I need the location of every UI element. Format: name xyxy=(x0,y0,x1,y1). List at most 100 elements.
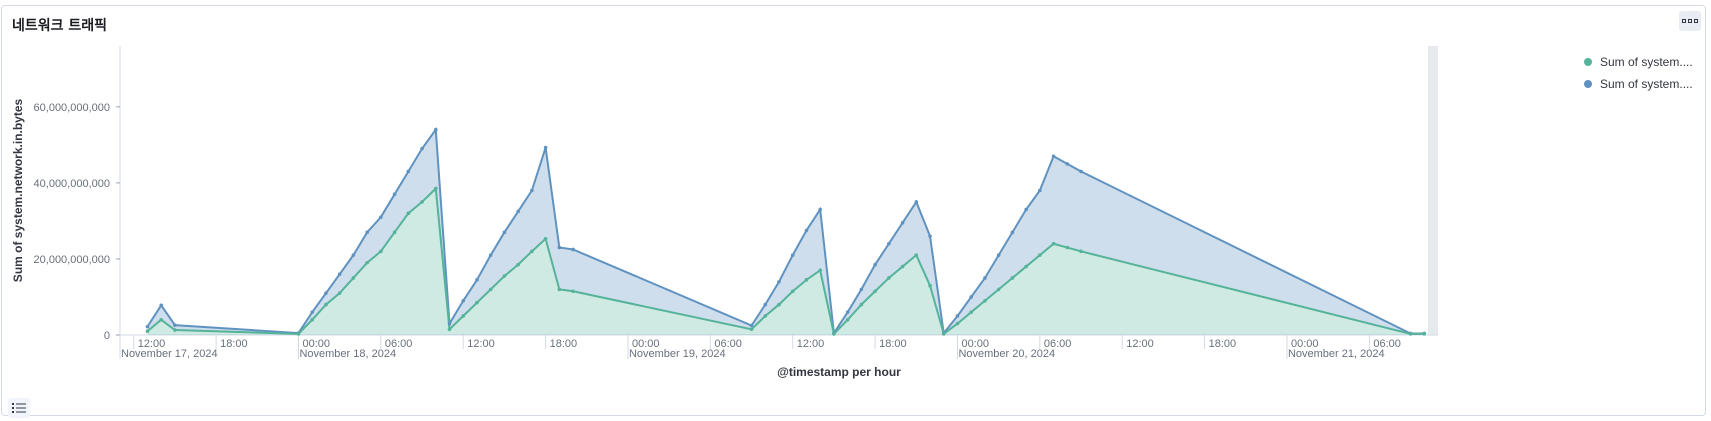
point-inbound xyxy=(461,314,466,318)
point-outbound xyxy=(365,230,369,235)
point-inbound xyxy=(516,262,520,267)
network-traffic-panel: 네트워크 트래픽 0 20,000,000,000 40,000,000,000 60… xyxy=(1,5,1706,418)
legend-item-inbound[interactable]: Sum of system.... xyxy=(1584,51,1704,73)
point-inbound xyxy=(145,329,150,333)
x-tick-label: 12:00 xyxy=(1126,338,1154,350)
point-outbound xyxy=(1024,207,1028,212)
legend-dot-outbound xyxy=(1584,80,1592,88)
x-date-label: November 21, 2024 xyxy=(1288,348,1385,360)
point-outbound xyxy=(406,169,411,174)
point-inbound xyxy=(955,321,960,326)
point-inbound xyxy=(324,302,328,307)
point-outbound xyxy=(310,310,315,314)
legend-label-outbound: Sum of system.... xyxy=(1600,77,1693,91)
point-inbound xyxy=(818,268,822,273)
y-axis-title: Sum of system.network.in.bytes xyxy=(11,98,25,282)
point-inbound xyxy=(406,211,411,216)
y-tick-label: 20,000,000,000 xyxy=(34,254,110,266)
point-outbound xyxy=(173,323,177,327)
point-inbound xyxy=(379,249,383,254)
point-inbound xyxy=(557,287,562,292)
point-outbound xyxy=(392,192,397,197)
point-inbound xyxy=(296,332,301,336)
chart-legend: Sum of system.... Sum of system.... xyxy=(1584,51,1704,95)
point-outbound xyxy=(804,228,809,233)
point-outbound xyxy=(777,279,781,284)
point-inbound xyxy=(475,300,479,305)
point-outbound xyxy=(337,272,342,276)
point-inbound xyxy=(488,287,493,292)
point-outbound xyxy=(324,291,328,295)
x-tick-label: 12:00 xyxy=(467,338,495,350)
point-outbound xyxy=(543,145,548,150)
point-outbound xyxy=(763,302,768,307)
point-inbound xyxy=(887,276,891,280)
point-outbound xyxy=(433,127,438,132)
point-inbound xyxy=(351,276,356,280)
point-outbound xyxy=(502,230,507,235)
panel-title: 네트워크 트래픽 xyxy=(12,18,108,34)
point-outbound xyxy=(887,241,891,246)
x-tick-label: 18:00 xyxy=(550,338,578,350)
point-outbound xyxy=(571,247,575,252)
point-inbound xyxy=(941,332,946,336)
point-inbound xyxy=(1408,332,1413,336)
x-tick-label: 18:00 xyxy=(1209,338,1237,350)
point-inbound xyxy=(914,253,919,257)
point-outbound xyxy=(955,314,960,318)
legend-item-outbound[interactable]: Sum of system.... xyxy=(1584,73,1704,95)
point-inbound xyxy=(777,302,781,307)
point-outbound xyxy=(145,324,150,329)
point-outbound xyxy=(818,207,822,212)
x-date-label: November 20, 2024 xyxy=(958,348,1055,360)
point-inbound xyxy=(996,287,1001,292)
point-inbound xyxy=(832,332,836,336)
point-outbound xyxy=(447,321,452,326)
point-outbound xyxy=(557,245,562,250)
point-outbound xyxy=(1079,169,1083,174)
point-inbound xyxy=(1038,253,1042,257)
point-inbound xyxy=(310,317,315,322)
list-icon[interactable] xyxy=(8,398,30,418)
y-tick-label: 60,000,000,000 xyxy=(34,102,110,114)
point-inbound xyxy=(900,264,905,269)
point-outbound xyxy=(1065,162,1070,166)
point-outbound xyxy=(790,253,795,257)
point-outbound xyxy=(928,234,932,238)
point-inbound xyxy=(420,200,424,204)
point-outbound xyxy=(461,298,466,303)
point-inbound xyxy=(749,327,754,332)
point-inbound xyxy=(447,327,452,332)
point-inbound xyxy=(173,328,177,332)
point-outbound xyxy=(530,188,534,193)
area-chart[interactable]: 0 20,000,000,000 40,000,000,000 60,000,000,… xyxy=(2,36,1582,406)
point-inbound xyxy=(804,278,809,282)
point-inbound xyxy=(873,289,877,294)
x-tick-label: 18:00 xyxy=(220,338,248,350)
point-outbound xyxy=(996,253,1001,257)
point-inbound xyxy=(859,302,864,307)
point-outbound xyxy=(983,276,987,280)
point-outbound xyxy=(420,146,424,151)
point-inbound xyxy=(1422,332,1427,336)
x-axis-title: @timestamp per hour xyxy=(777,365,901,379)
point-inbound xyxy=(983,298,987,303)
point-outbound xyxy=(159,303,163,308)
y-tick-label: 0 xyxy=(104,330,110,342)
point-inbound xyxy=(530,249,534,254)
ellipsis-icon[interactable] xyxy=(1679,11,1701,31)
point-inbound xyxy=(392,230,397,235)
point-outbound xyxy=(969,295,974,299)
point-outbound xyxy=(475,278,479,282)
point-inbound xyxy=(1010,276,1015,280)
point-inbound xyxy=(928,283,932,288)
point-outbound xyxy=(1010,230,1015,235)
point-inbound xyxy=(502,274,507,278)
point-outbound xyxy=(873,262,877,267)
x-tick-label: 18:00 xyxy=(879,338,907,350)
point-inbound xyxy=(763,314,768,318)
x-tick-label: 12:00 xyxy=(797,338,825,350)
legend-dot-inbound xyxy=(1584,58,1592,66)
point-inbound xyxy=(433,186,438,191)
point-outbound xyxy=(749,323,754,328)
